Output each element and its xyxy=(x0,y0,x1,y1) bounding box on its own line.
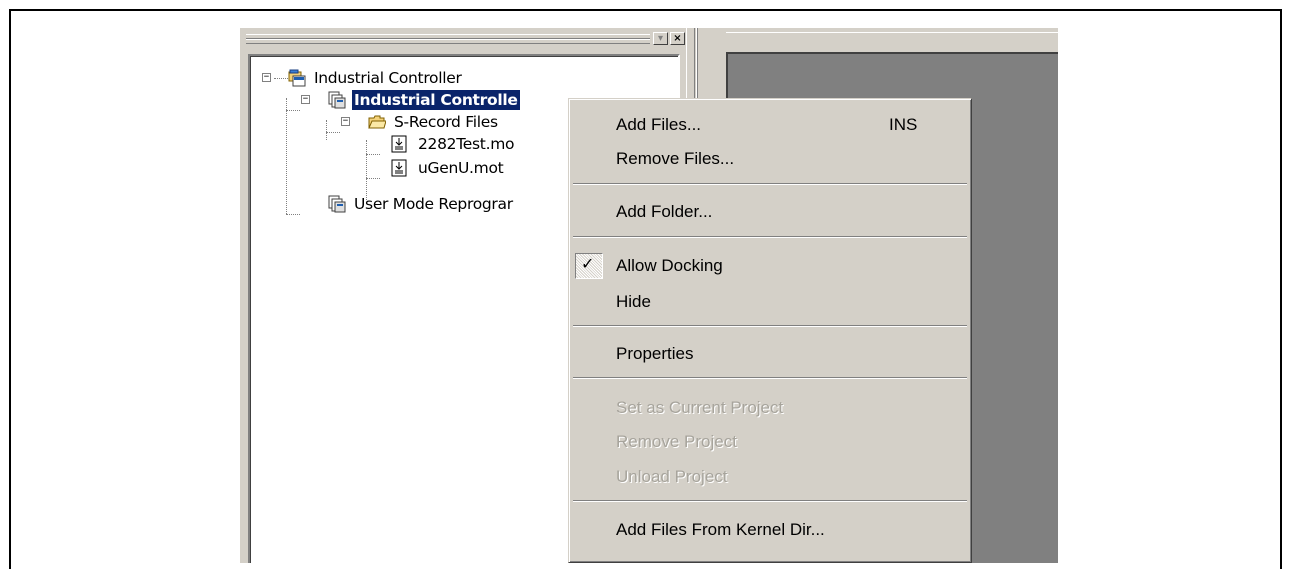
menu-item-remove-project[interactable]: Remove Project xyxy=(569,425,971,459)
panel-close-button[interactable]: × xyxy=(670,32,685,45)
panel-menu-button[interactable]: ▾ xyxy=(653,32,668,45)
menu-item-unload-project[interactable]: Unload Project xyxy=(569,460,971,494)
tree-node-workspace[interactable]: Industrial Controller xyxy=(288,68,464,88)
menu-item-properties[interactable]: Properties xyxy=(569,337,971,371)
menu-item-label: Unload Project xyxy=(616,467,728,486)
context-menu: Add Files... INS Remove Files... Add Fol… xyxy=(568,98,972,563)
menu-item-label: Properties xyxy=(616,344,694,363)
menu-separator xyxy=(573,377,967,379)
tree-node-label: Industrial Controller xyxy=(314,69,462,87)
s-record-file-icon xyxy=(391,159,407,177)
menu-item-label: Remove Project xyxy=(616,432,737,451)
tree-node-file[interactable]: uGenU.mot xyxy=(380,158,505,178)
s-record-file-icon xyxy=(391,135,407,153)
menu-item-add-folder[interactable]: Add Folder... xyxy=(569,195,971,229)
menu-item-label: Hide xyxy=(616,292,651,311)
dock-grip[interactable] xyxy=(246,39,650,44)
tree-node-label: Industrial Controlle xyxy=(351,89,521,111)
menu-item-add-files-kernel[interactable]: Add Files From Kernel Dir... xyxy=(569,513,971,547)
menu-separator xyxy=(573,236,967,238)
tree-connector xyxy=(326,120,327,140)
tree-node-s-record-folder[interactable]: S-Record Files xyxy=(368,112,500,132)
tree-node-label: 2282Test.mo xyxy=(418,135,515,153)
tree-connector xyxy=(286,110,300,111)
menu-separator xyxy=(573,325,967,327)
tree-node-file[interactable]: 2282Test.mo xyxy=(380,134,516,154)
collapse-toggle[interactable]: − xyxy=(262,73,271,82)
menu-item-remove-files[interactable]: Remove Files... xyxy=(569,142,971,176)
menu-item-label: Set as Current Project xyxy=(616,398,784,417)
collapse-toggle[interactable]: − xyxy=(301,95,310,104)
menu-separator xyxy=(573,500,967,502)
tree-connector xyxy=(274,78,288,79)
tree-connector xyxy=(366,178,380,179)
folder-icon xyxy=(368,115,386,129)
project-icon xyxy=(328,91,346,109)
menu-item-hide[interactable]: Hide xyxy=(569,285,971,319)
check-mark-icon: ✓ xyxy=(581,254,595,273)
menu-item-add-files[interactable]: Add Files... INS xyxy=(569,108,971,142)
tree-connector xyxy=(326,132,340,133)
menu-item-label: Add Folder... xyxy=(616,202,713,221)
menu-item-label: Add Files... xyxy=(616,115,702,134)
workspace-panel-titlebar[interactable]: ▾ × xyxy=(240,28,686,50)
menu-item-set-current-project[interactable]: Set as Current Project xyxy=(569,391,971,425)
tree-node-label: User Mode Reprograr xyxy=(354,195,513,213)
menu-item-shortcut: INS xyxy=(889,115,918,134)
tree-connector xyxy=(366,140,367,200)
menu-item-label: Add Files From Kernel Dir... xyxy=(616,520,825,539)
project-icon xyxy=(328,195,346,213)
tree-node-project-selected[interactable]: Industrial Controlle xyxy=(328,89,521,111)
tree-node-label: uGenU.mot xyxy=(418,159,504,177)
tree-node-label: S-Record Files xyxy=(394,113,498,131)
collapse-toggle[interactable]: − xyxy=(341,117,350,126)
menu-item-label: Remove Files... xyxy=(616,149,735,168)
tree-connector xyxy=(366,154,380,155)
menu-item-allow-docking[interactable]: ✓ Allow Docking xyxy=(569,249,971,283)
menu-item-label: Allow Docking xyxy=(616,256,723,275)
menu-separator xyxy=(573,183,967,185)
tree-connector xyxy=(286,214,300,215)
workspace-icon xyxy=(288,69,306,87)
tree-node-project[interactable]: User Mode Reprograr xyxy=(300,194,515,214)
editor-area-top xyxy=(726,32,1058,53)
tree-connector xyxy=(286,98,287,214)
